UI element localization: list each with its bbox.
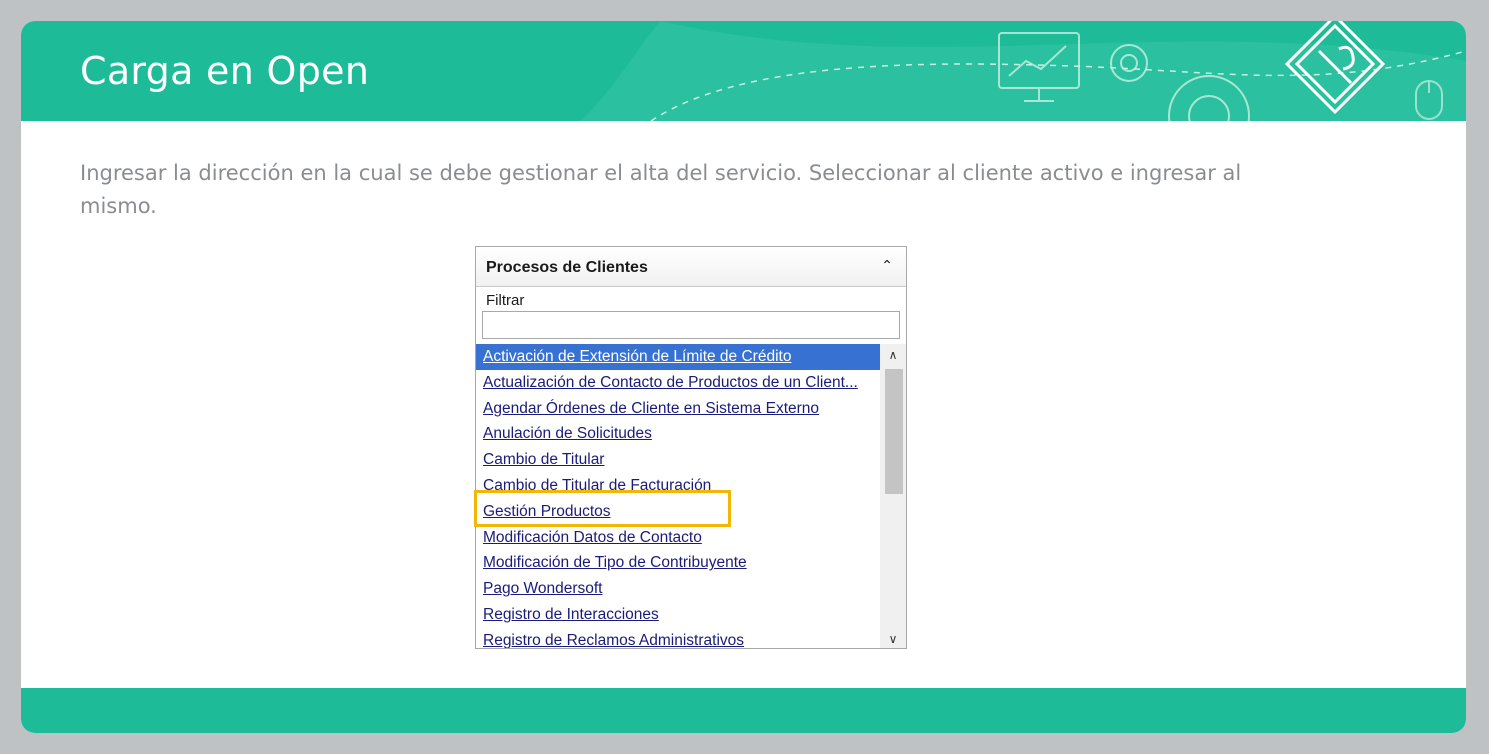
double-chevron-up-icon[interactable]: ⌃︎ <box>880 259 894 273</box>
list-item[interactable]: Modificación Datos de Contacto <box>476 525 880 551</box>
slide: Carga en Open Ingresar la dirección en l… <box>21 21 1466 733</box>
list-item[interactable]: Registro de Interacciones <box>476 602 880 628</box>
list-item[interactable]: Agendar Órdenes de Cliente en Sistema Ex… <box>476 396 880 422</box>
instruction-text: Ingresar la dirección en la cual se debe… <box>80 161 1242 218</box>
list-item[interactable]: Activación de Extensión de Límite de Cré… <box>476 344 880 370</box>
client-processes-panel: Procesos de Clientes ⌃︎ Filtrar Activaci… <box>475 246 907 649</box>
list-item[interactable]: Anulación de Solicitudes <box>476 421 880 447</box>
scroll-down-icon[interactable]: ∨ <box>880 628 906 648</box>
header-banner: Carga en Open <box>21 21 1466 121</box>
slide-title: Carga en Open <box>80 49 370 93</box>
list-item-gestion-productos[interactable]: Gestión Productos <box>476 499 880 525</box>
list-item[interactable]: Actualización de Contacto de Productos d… <box>476 370 880 396</box>
list-scrollbar[interactable]: ∧ ∨ <box>880 344 906 648</box>
list-item[interactable]: Cambio de Titular de Facturación <box>476 473 880 499</box>
list-item[interactable]: Pago Wondersoft <box>476 576 880 602</box>
panel-title: Procesos de Clientes <box>486 259 648 276</box>
footer-bar <box>21 688 1466 733</box>
scroll-up-icon[interactable]: ∧ <box>880 344 906 366</box>
filter-label: Filtrar <box>486 292 525 309</box>
process-list: Activación de Extensión de Límite de Cré… <box>476 344 880 648</box>
filter-input[interactable] <box>482 311 900 339</box>
list-item[interactable]: Modificación de Tipo de Contribuyente <box>476 550 880 576</box>
list-item[interactable]: Registro de Reclamos Administrativos <box>476 628 880 648</box>
scroll-thumb[interactable] <box>885 369 903 494</box>
list-item[interactable]: Cambio de Titular <box>476 447 880 473</box>
panel-header: Procesos de Clientes ⌃︎ <box>476 247 906 287</box>
